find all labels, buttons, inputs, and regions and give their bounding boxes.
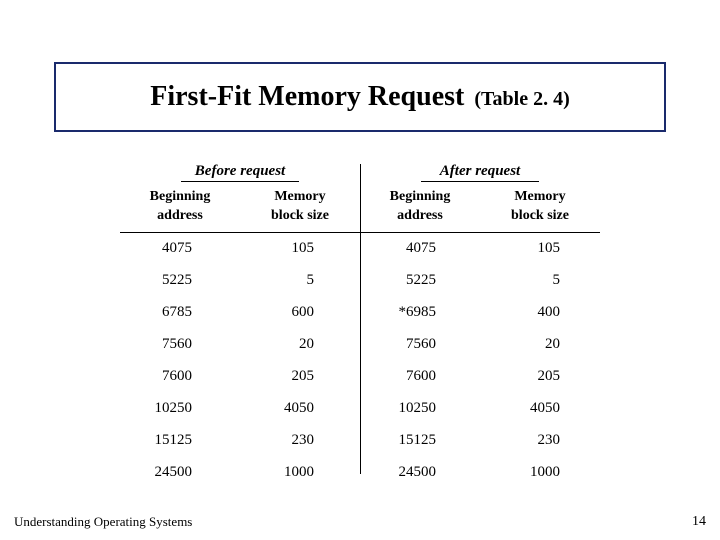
cell-address: 4075	[120, 240, 240, 257]
header-underline	[421, 181, 539, 182]
cell-blocksize: 205	[240, 368, 360, 385]
after-header: After request	[360, 160, 600, 184]
before-header-text: Before request	[195, 163, 285, 179]
cell-blocksize: 1000	[480, 464, 600, 481]
footer: Understanding Operating Systems 14	[14, 514, 706, 530]
table-row: 756020	[360, 329, 600, 361]
cell-address: 5225	[120, 272, 240, 289]
table-row: 245001000	[120, 457, 360, 489]
cell-address: 7560	[360, 336, 480, 353]
header-underline	[181, 181, 299, 182]
footer-source: Understanding Operating Systems	[14, 514, 192, 530]
table-row: 756020	[120, 329, 360, 361]
before-rows: 4075105522556785600756020760020510250405…	[120, 233, 360, 489]
cell-blocksize: 600	[240, 304, 360, 321]
table-row: 52255	[360, 265, 600, 297]
table-row: 15125230	[120, 425, 360, 457]
page-number: 14	[692, 514, 706, 530]
cell-address: 7600	[120, 368, 240, 385]
cell-blocksize: 230	[480, 432, 600, 449]
cell-address: 5225	[360, 272, 480, 289]
cell-blocksize: 400	[480, 304, 600, 321]
after-section: After request Beginning address Memory b…	[360, 160, 600, 489]
table-row: 52255	[120, 265, 360, 297]
col-head-blocksize: Memory block size	[240, 184, 360, 232]
cell-blocksize: 5	[480, 272, 600, 289]
table-row: 102504050	[120, 393, 360, 425]
title-sub: (Table 2. 4)	[474, 88, 569, 110]
table-row: *6985400	[360, 297, 600, 329]
after-header-text: After request	[440, 163, 520, 179]
cell-blocksize: 4050	[480, 400, 600, 417]
after-rows: 407510552255*698540075602076002051025040…	[360, 233, 600, 489]
cell-address: 10250	[120, 400, 240, 417]
cell-address: 10250	[360, 400, 480, 417]
cell-address: 15125	[120, 432, 240, 449]
cell-address: 7560	[120, 336, 240, 353]
col-head-address: Beginning address	[360, 184, 480, 232]
table-row: 4075105	[360, 233, 600, 265]
table-row: 245001000	[360, 457, 600, 489]
cell-blocksize: 205	[480, 368, 600, 385]
table-row: 7600205	[360, 361, 600, 393]
slide: First-Fit Memory Request (Table 2. 4) Be…	[0, 0, 720, 540]
table-row: 4075105	[120, 233, 360, 265]
memory-table: Before request Beginning address Memory …	[120, 160, 600, 489]
cell-address: 24500	[120, 464, 240, 481]
cell-address: 15125	[360, 432, 480, 449]
cell-address: 6785	[120, 304, 240, 321]
before-section: Before request Beginning address Memory …	[120, 160, 360, 489]
table-row: 6785600	[120, 297, 360, 329]
title-main: First-Fit Memory Request	[150, 81, 464, 112]
cell-blocksize: 20	[480, 336, 600, 353]
cell-address: 4075	[360, 240, 480, 257]
cell-address: *6985	[360, 304, 480, 321]
cell-blocksize: 5	[240, 272, 360, 289]
table-divider	[360, 164, 361, 474]
col-head-address: Beginning address	[120, 184, 240, 232]
cell-address: 7600	[360, 368, 480, 385]
table-row: 7600205	[120, 361, 360, 393]
table-row: 102504050	[360, 393, 600, 425]
cell-blocksize: 20	[240, 336, 360, 353]
cell-blocksize: 1000	[240, 464, 360, 481]
cell-blocksize: 105	[480, 240, 600, 257]
table-row: 15125230	[360, 425, 600, 457]
col-head-blocksize: Memory block size	[480, 184, 600, 232]
cell-address: 24500	[360, 464, 480, 481]
cell-blocksize: 105	[240, 240, 360, 257]
before-header: Before request	[120, 160, 360, 184]
cell-blocksize: 230	[240, 432, 360, 449]
slide-title: First-Fit Memory Request (Table 2. 4)	[150, 81, 570, 113]
title-box: First-Fit Memory Request (Table 2. 4)	[54, 62, 666, 132]
cell-blocksize: 4050	[240, 400, 360, 417]
